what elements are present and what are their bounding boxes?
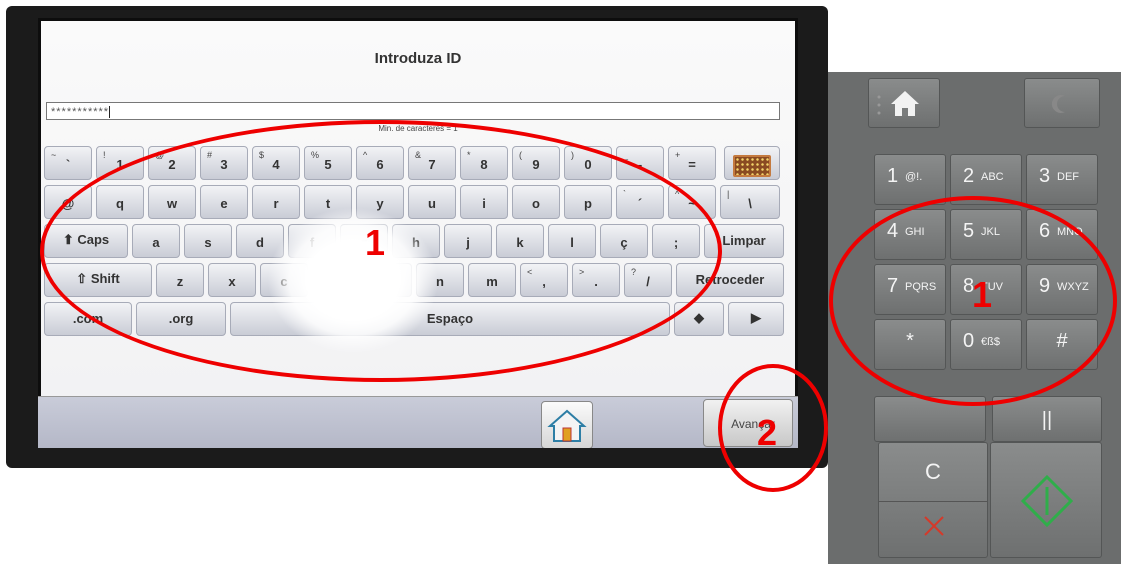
keypad-letters: ABC [981,171,1004,183]
annotation-number-keypad: 1 [972,274,993,315]
text-caret [109,106,111,119]
keypad-letters: DEF [1057,171,1079,183]
id-input-field[interactable]: *********** [46,102,780,120]
home-icon [877,91,919,116]
annotation-number-next: 2 [757,412,778,453]
page-title: Introduza ID [374,50,462,67]
stop-x-icon [924,516,944,536]
hardware-start-button[interactable] [990,442,1102,558]
start-diamond-icon [1020,474,1074,528]
keypad-digit: 1 [887,165,899,187]
annotation-number-keyboard: 1 [365,222,386,263]
pause-label: || [1041,409,1053,431]
hardware-sleep-button[interactable] [1024,78,1100,128]
moon-icon [1051,95,1065,113]
id-input-value: *********** [51,106,110,118]
hardware-home-button[interactable] [868,78,940,128]
key-\[interactable]: | \ [720,185,780,219]
keyboard-layout-button[interactable] [724,146,780,180]
arrow-right-icon: ▶ [751,310,761,325]
home-icon [547,409,587,442]
hardware-pause-button[interactable]: || [992,396,1102,442]
key-main-label: \ [748,196,752,211]
keypad-digit: 2 [963,165,975,187]
key-main-label: ` [65,157,71,172]
hardware-clear-button[interactable]: C [878,442,988,558]
cursor-right-key[interactable]: ▶ [728,302,784,336]
bottom-action-bar: Avançar [38,396,798,448]
home-button[interactable] [541,401,593,448]
keypad-key-3[interactable]: 3 DEF [1026,154,1098,205]
key-=[interactable]: + = [668,146,716,180]
keypad-digit: 3 [1039,165,1051,187]
keyboard-icon [733,155,771,177]
key-`[interactable]: ~ ` [44,146,92,180]
key-main-label: = [688,157,696,172]
keypad-letters: @!. [905,171,923,183]
keypad-key-1[interactable]: 1 @!. [874,154,946,205]
